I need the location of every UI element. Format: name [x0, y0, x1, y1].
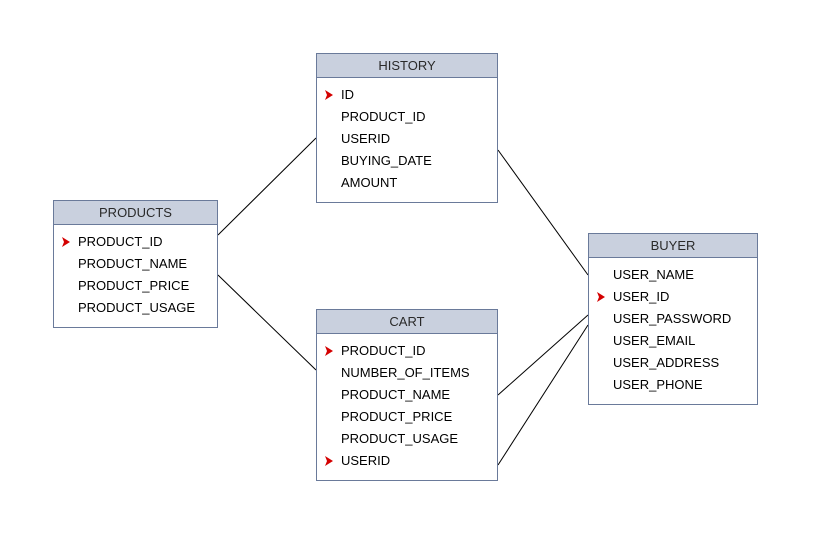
key-slot-empty [60, 301, 76, 315]
key-slot-empty [595, 312, 611, 326]
field-row: PRODUCT_USAGE [54, 297, 217, 319]
key-slot-empty [595, 334, 611, 348]
primary-key-icon [595, 290, 611, 304]
entity-products-fields: PRODUCT_ID PRODUCT_NAME PRODUCT_PRICE PR… [54, 225, 217, 327]
field-row: PRODUCT_PRICE [317, 406, 497, 428]
key-slot-empty [323, 366, 339, 380]
field-row: USER_EMAIL [589, 330, 757, 352]
entity-buyer-fields: USER_NAME USER_ID USER_PASSWORD USER_EMA… [589, 258, 757, 404]
field-row: BUYING_DATE [317, 150, 497, 172]
field-label: USER_PASSWORD [611, 309, 731, 329]
field-row: NUMBER_OF_ITEMS [317, 362, 497, 384]
key-slot-empty [323, 410, 339, 424]
entity-products-title: PRODUCTS [54, 201, 217, 225]
key-slot-empty [323, 388, 339, 402]
field-row: USERID [317, 128, 497, 150]
field-row: PRODUCT_ID [317, 340, 497, 362]
key-slot-empty [323, 154, 339, 168]
key-slot-empty [323, 110, 339, 124]
entity-products[interactable]: PRODUCTS PRODUCT_ID PRODUCT_NAME PRODUCT… [53, 200, 218, 328]
entity-buyer[interactable]: BUYER USER_NAME USER_ID USER_PASSWORD US… [588, 233, 758, 405]
entity-cart-title: CART [317, 310, 497, 334]
field-label: USER_PHONE [611, 375, 703, 395]
field-label: USER_ID [611, 287, 669, 307]
key-slot-empty [595, 268, 611, 282]
field-row: USER_PHONE [589, 374, 757, 396]
primary-key-icon [323, 454, 339, 468]
field-label: USERID [339, 451, 390, 471]
field-label: PRODUCT_ID [76, 232, 163, 252]
field-row: USERID [317, 450, 497, 472]
primary-key-icon [60, 235, 76, 249]
field-row: USER_PASSWORD [589, 308, 757, 330]
field-row: PRODUCT_NAME [54, 253, 217, 275]
field-label: USERID [339, 129, 390, 149]
primary-key-icon [323, 344, 339, 358]
field-row: USER_ADDRESS [589, 352, 757, 374]
entity-cart-fields: PRODUCT_ID NUMBER_OF_ITEMS PRODUCT_NAME … [317, 334, 497, 480]
key-slot-empty [323, 132, 339, 146]
entity-history[interactable]: HISTORY ID PRODUCT_ID USERID BUYING_DATE… [316, 53, 498, 203]
field-label: NUMBER_OF_ITEMS [339, 363, 470, 383]
key-slot-empty [323, 432, 339, 446]
key-slot-empty [595, 378, 611, 392]
entity-buyer-title: BUYER [589, 234, 757, 258]
field-label: USER_NAME [611, 265, 694, 285]
entity-history-fields: ID PRODUCT_ID USERID BUYING_DATE AMOUNT [317, 78, 497, 202]
field-row: ID [317, 84, 497, 106]
field-label: PRODUCT_PRICE [76, 276, 189, 296]
field-label: PRODUCT_ID [339, 107, 426, 127]
field-row: AMOUNT [317, 172, 497, 194]
key-slot-empty [60, 257, 76, 271]
field-row: USER_NAME [589, 264, 757, 286]
field-label: USER_EMAIL [611, 331, 695, 351]
field-label: PRODUCT_USAGE [339, 429, 458, 449]
field-label: USER_ADDRESS [611, 353, 719, 373]
field-label: BUYING_DATE [339, 151, 432, 171]
key-slot-empty [595, 356, 611, 370]
key-slot-empty [60, 279, 76, 293]
field-row: PRODUCT_USAGE [317, 428, 497, 450]
field-label: ID [339, 85, 354, 105]
entity-history-title: HISTORY [317, 54, 497, 78]
field-label: PRODUCT_USAGE [76, 298, 195, 318]
primary-key-icon [323, 88, 339, 102]
field-label: AMOUNT [339, 173, 397, 193]
field-label: PRODUCT_PRICE [339, 407, 452, 427]
field-label: PRODUCT_ID [339, 341, 426, 361]
entity-cart[interactable]: CART PRODUCT_ID NUMBER_OF_ITEMS PRODUCT_… [316, 309, 498, 481]
field-row: PRODUCT_NAME [317, 384, 497, 406]
field-row: USER_ID [589, 286, 757, 308]
field-row: PRODUCT_ID [317, 106, 497, 128]
key-slot-empty [323, 176, 339, 190]
field-label: PRODUCT_NAME [76, 254, 187, 274]
field-row: PRODUCT_ID [54, 231, 217, 253]
field-row: PRODUCT_PRICE [54, 275, 217, 297]
field-label: PRODUCT_NAME [339, 385, 450, 405]
